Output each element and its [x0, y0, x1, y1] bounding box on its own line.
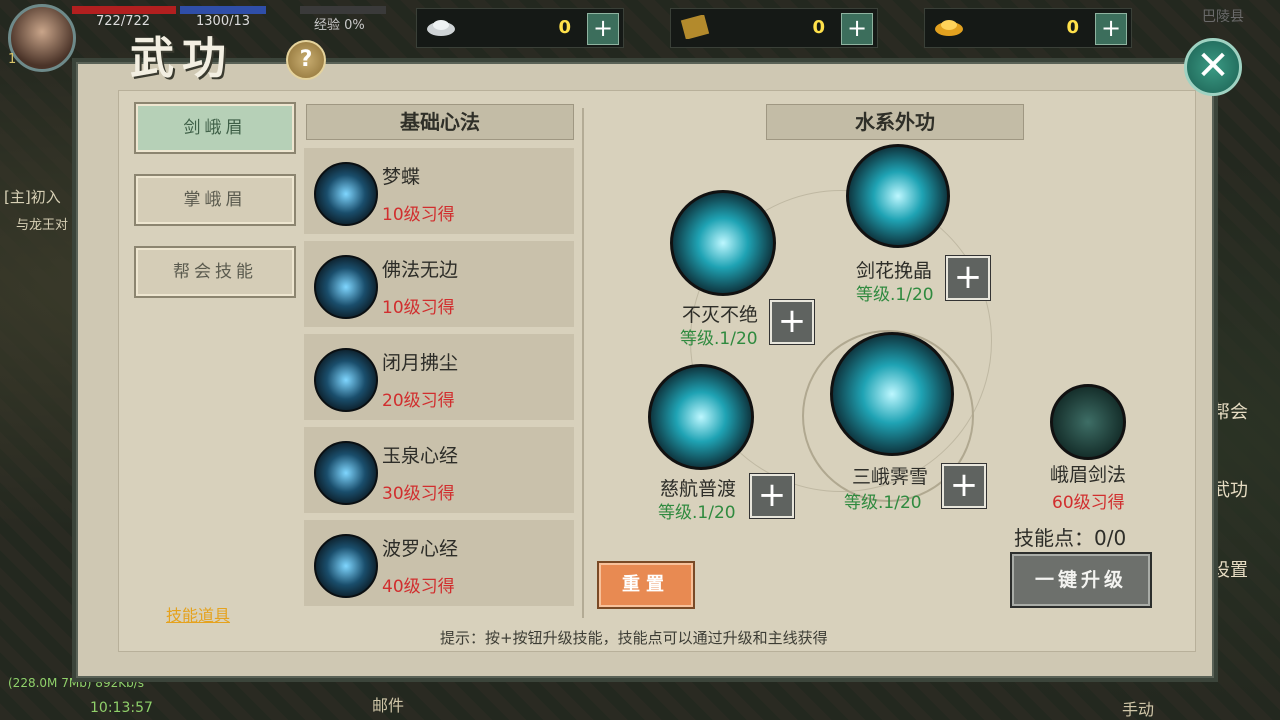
basic-skills-header: 基础心法: [306, 104, 574, 140]
upgrade-all-button[interactable]: 一键升级: [1010, 552, 1152, 608]
skill-requirement: 30级习得: [382, 484, 455, 504]
guild-shortcut[interactable]: 帮会: [1212, 398, 1248, 424]
ticket-amount: 0: [812, 17, 825, 38]
lotus-skill-icon: [314, 255, 378, 319]
player-level: 1: [8, 52, 17, 67]
manual-mode-button[interactable]: 手动: [1122, 696, 1154, 720]
sword-slash-skill-icon[interactable]: [846, 144, 950, 248]
upgrade-jianhua-button[interactable]: +: [946, 256, 990, 300]
add-silver-button[interactable]: +: [587, 13, 619, 45]
list-item[interactable]: 玉泉心经 30级习得: [304, 427, 574, 513]
region-name: 巴陵县: [1202, 9, 1244, 25]
upgrade-buimie-button[interactable]: +: [770, 300, 814, 344]
gold-ingot-icon: [935, 20, 963, 36]
skill-level: 等级.1/20: [680, 329, 758, 349]
skill-name: 波罗心经: [382, 538, 459, 560]
upgrade-sane-button[interactable]: +: [942, 464, 986, 508]
skill-name: 梦蝶: [382, 166, 421, 188]
exp-bar: [300, 6, 386, 14]
skill-points: 技能点：0/0: [1014, 522, 1126, 551]
flower-skill-icon: [314, 441, 378, 505]
currency-ticket: 0 +: [670, 8, 878, 48]
skill-level: 等级.1/20: [856, 285, 934, 305]
ring-skill-icon[interactable]: [648, 364, 754, 470]
triple-sword-skill-icon[interactable]: [830, 332, 954, 456]
reset-button[interactable]: 重置: [597, 561, 695, 609]
skill-name: 剑花挽晶: [856, 260, 933, 282]
skill-requirement: 60级习得: [1052, 493, 1125, 513]
skill-items-link[interactable]: 技能道具: [166, 602, 230, 626]
silver-amount: 0: [558, 17, 571, 38]
skill-name: 慈航普渡: [660, 478, 737, 500]
skill-level: 等级.1/20: [658, 503, 736, 523]
list-item[interactable]: 梦蝶 10级习得: [304, 148, 574, 234]
skill-name: 三峨霁雪: [852, 466, 929, 488]
skill-level: 等级.1/20: [844, 493, 922, 513]
skill-requirement: 10级习得: [382, 298, 455, 318]
skill-name: 峨眉剑法: [1050, 464, 1127, 486]
quest-desc: 与龙王对: [16, 218, 69, 233]
silver-ingot-icon: [427, 20, 455, 36]
skill-requirement: 10级习得: [382, 205, 455, 225]
list-item[interactable]: 闭月拂尘 20级习得: [304, 334, 574, 420]
add-gold-button[interactable]: +: [1095, 13, 1127, 45]
skill-points-label: 技能点：: [1014, 526, 1094, 550]
skill-requirement: 40级习得: [382, 577, 455, 597]
water-skills-header: 水系外功: [766, 104, 1024, 140]
mp-bar: [180, 6, 266, 14]
list-item[interactable]: 佛法无边 10级习得: [304, 241, 574, 327]
settings-shortcut[interactable]: 设置: [1212, 556, 1248, 582]
skill-requirement: 20级习得: [382, 391, 455, 411]
hp-bar: [72, 6, 176, 14]
skill-name: 闭月拂尘: [382, 352, 459, 374]
add-ticket-button[interactable]: +: [841, 13, 873, 45]
skill-name: 佛法无边: [382, 259, 459, 281]
close-button[interactable]: ✕: [1184, 38, 1242, 96]
exp-value: 经验 0%: [314, 18, 365, 33]
whisk-skill-icon: [314, 348, 378, 412]
skill-name: 玉泉心经: [382, 445, 459, 467]
ticket-icon: [680, 15, 710, 39]
mandala-skill-icon: [314, 534, 378, 598]
currency-gold: 0 +: [924, 8, 1132, 48]
star-skill-icon[interactable]: [670, 190, 776, 296]
martial-shortcut[interactable]: 武功: [1212, 476, 1248, 502]
quest-label[interactable]: [主]初入: [4, 186, 61, 207]
tab-guild-skills[interactable]: 帮会技能: [134, 246, 296, 298]
list-item[interactable]: 波罗心经 40级习得: [304, 520, 574, 606]
network-status: (228.0M 7Mb) 892Kb/s: [8, 676, 144, 690]
clock: 10:13:57: [90, 700, 153, 716]
skill-points-value: 0/0: [1094, 526, 1127, 550]
panel-title: 武功: [130, 33, 234, 84]
player-avatar[interactable]: [8, 4, 76, 72]
gold-amount: 0: [1066, 17, 1079, 38]
hint-text: 提示：按+按钮升级技能，技能点可以通过升级和主线获得: [440, 629, 828, 647]
skill-name: 不灭不绝: [682, 304, 759, 326]
tab-palm-emei[interactable]: 掌峨眉: [134, 174, 296, 226]
sword-skill-icon[interactable]: [1050, 384, 1126, 460]
tab-sword-emei[interactable]: 剑峨眉: [134, 102, 296, 154]
column-divider: [582, 108, 584, 618]
mail-button[interactable]: 邮件: [372, 692, 404, 716]
help-button[interactable]: ?: [286, 40, 326, 80]
butterfly-skill-icon: [314, 162, 378, 226]
upgrade-cihang-button[interactable]: +: [750, 474, 794, 518]
currency-silver: 0 +: [416, 8, 624, 48]
